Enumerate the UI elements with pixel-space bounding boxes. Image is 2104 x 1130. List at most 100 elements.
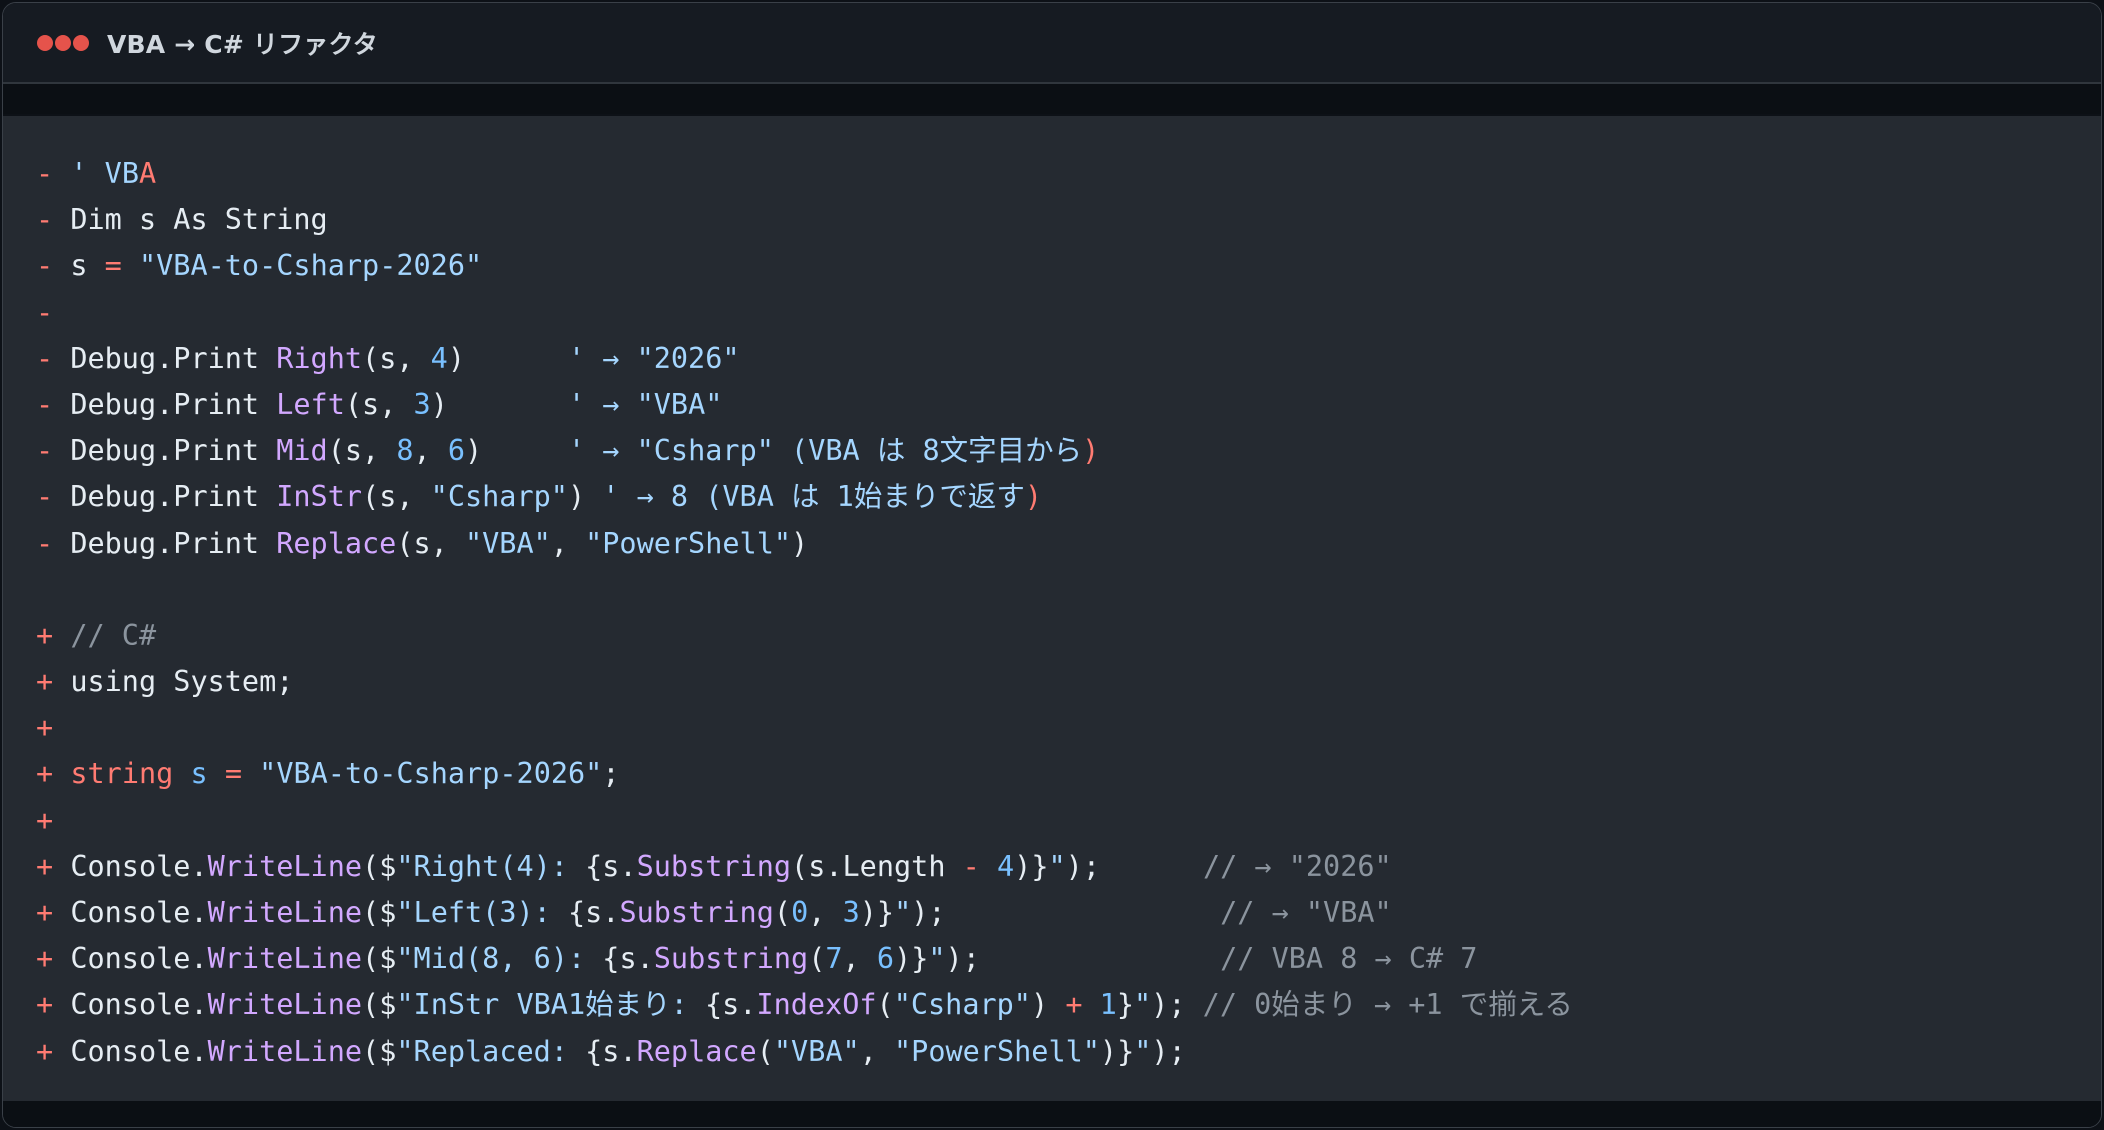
code-token: (: [773, 896, 792, 929]
code-token: );: [945, 942, 1221, 976]
code-token: 0: [791, 896, 809, 929]
code-token: "VBA": [773, 1034, 860, 1068]
code-token: =: [104, 249, 122, 283]
code-panel[interactable]: - ' VBA - Dim s As String - s = "VBA-to-Cs…: [3, 116, 2101, 1102]
code-token: Left: [276, 387, 345, 421]
code-token: );: [1151, 988, 1203, 1022]
added-line: +: [36, 705, 1573, 751]
code-token: ,: [550, 526, 586, 560]
code-token: string: [70, 757, 174, 791]
code-token: "VBA": [464, 526, 551, 560]
diff-marker: +: [36, 618, 54, 652]
added-line: + Console.WriteLine($"InStr VBA1始まり: {s.…: [36, 982, 1573, 1028]
code-token: Substring: [653, 942, 809, 976]
code-token: 1: [1099, 988, 1117, 1022]
code-token: Console.: [53, 942, 208, 976]
code-token: 6: [447, 434, 466, 468]
code-token: {s.: [585, 1034, 637, 1068]
diff-marker: +: [36, 711, 54, 745]
code-token: WriteLine: [207, 849, 363, 883]
code-token: s: [190, 757, 208, 791]
diff-marker: -: [36, 203, 54, 237]
code-token: )}: [1099, 1034, 1135, 1068]
code-token: Debug.Print: [53, 480, 277, 514]
code-token: (s,: [344, 387, 414, 421]
code-token: ($: [362, 1034, 397, 1068]
code-token: WriteLine: [207, 988, 363, 1022]
code-token: // C#: [53, 618, 157, 652]
code-token: "Csharp": [430, 480, 568, 514]
diff-marker: -: [36, 295, 54, 329]
added-line: + Console.WriteLine($"Replaced: {s.Repla…: [36, 1029, 1573, 1075]
diff-marker: -: [36, 341, 54, 375]
diff-marker: -: [36, 249, 54, 283]
code-token: +: [1065, 988, 1083, 1022]
window-title: VBA → C# リファクタ: [107, 29, 378, 59]
code-token: using System;: [53, 665, 294, 699]
code-token: ": [1048, 849, 1066, 883]
code-token: // → "VBA": [1220, 896, 1392, 929]
diff-marker: -: [36, 157, 54, 190]
code-token: 6: [876, 942, 895, 976]
code-token: "Csharp": [893, 988, 1031, 1022]
code-token: // → "2026": [1202, 849, 1392, 883]
code-token: Dim s As String: [53, 203, 328, 237]
code-token: Console.: [53, 988, 208, 1022]
code-token: Replace: [276, 526, 397, 560]
code-token: "Mid(8, 6):: [396, 942, 603, 976]
removed-line: - Dim s As String: [36, 197, 1573, 243]
code-token: ;: [602, 757, 620, 791]
added-line: + // C#: [36, 613, 1573, 659]
code-window: VBA → C# リファクタ - ' VBA - Dim s As String -…: [2, 2, 2102, 1128]
code-token: (: [808, 942, 826, 976]
diff-marker: +: [36, 942, 54, 976]
code-token: Debug.Print: [53, 341, 277, 375]
code-token: ' → "VBA": [567, 387, 723, 421]
removed-line: -: [36, 290, 1573, 336]
code-token: Debug.Print: [53, 434, 277, 468]
code-token: (s.Length: [791, 849, 963, 883]
diff-marker: -: [36, 526, 54, 560]
diff-marker: +: [36, 757, 54, 791]
code-token: ): [567, 480, 603, 514]
diff-marker: -: [36, 480, 54, 514]
code-token: ' → "2026": [567, 341, 740, 375]
code-token: "VBA-to-Csharp-2026": [121, 249, 483, 283]
code-token: );: [1065, 849, 1203, 883]
window-dot-icon[interactable]: [73, 34, 89, 51]
diff-marker: +: [36, 1034, 54, 1068]
code-token: 3: [842, 896, 860, 929]
code-token: ": [928, 942, 946, 976]
window-dot-icon[interactable]: [37, 34, 53, 51]
code-token: "Left(3):: [396, 896, 568, 929]
code-token: IndexOf: [756, 988, 877, 1022]
code-token: ($: [362, 849, 397, 883]
diff-marker: +: [36, 665, 54, 699]
code-token: )}: [894, 942, 929, 976]
window-controls: [37, 34, 89, 51]
code-token: ): [1082, 434, 1100, 468]
code-token: "Replaced:: [396, 1034, 586, 1068]
code-token: ($: [362, 942, 397, 976]
code-token: "Right(4):: [396, 849, 586, 883]
code-token: ($: [362, 896, 397, 929]
code-token: }: [1116, 988, 1134, 1022]
code-token: {s.: [704, 988, 757, 1022]
added-line: + Console.WriteLine($"Right(4): {s.Subst…: [36, 844, 1573, 890]
code-token: ,: [842, 942, 877, 976]
title-bar: VBA → C# リファクタ: [3, 3, 2101, 84]
code-token: ' → "Csharp" (VBA は 8文字目から: [567, 434, 1083, 468]
code-token: (s,: [396, 526, 465, 560]
diff-marker: +: [36, 988, 54, 1022]
code-token: ,: [413, 434, 448, 468]
diff-code-block[interactable]: - ' VBA - Dim s As String - s = "VBA-to-Cs…: [36, 151, 1573, 1075]
window-dot-icon[interactable]: [55, 34, 71, 51]
code-token: ": [1134, 988, 1152, 1022]
code-token: (: [876, 988, 894, 1022]
